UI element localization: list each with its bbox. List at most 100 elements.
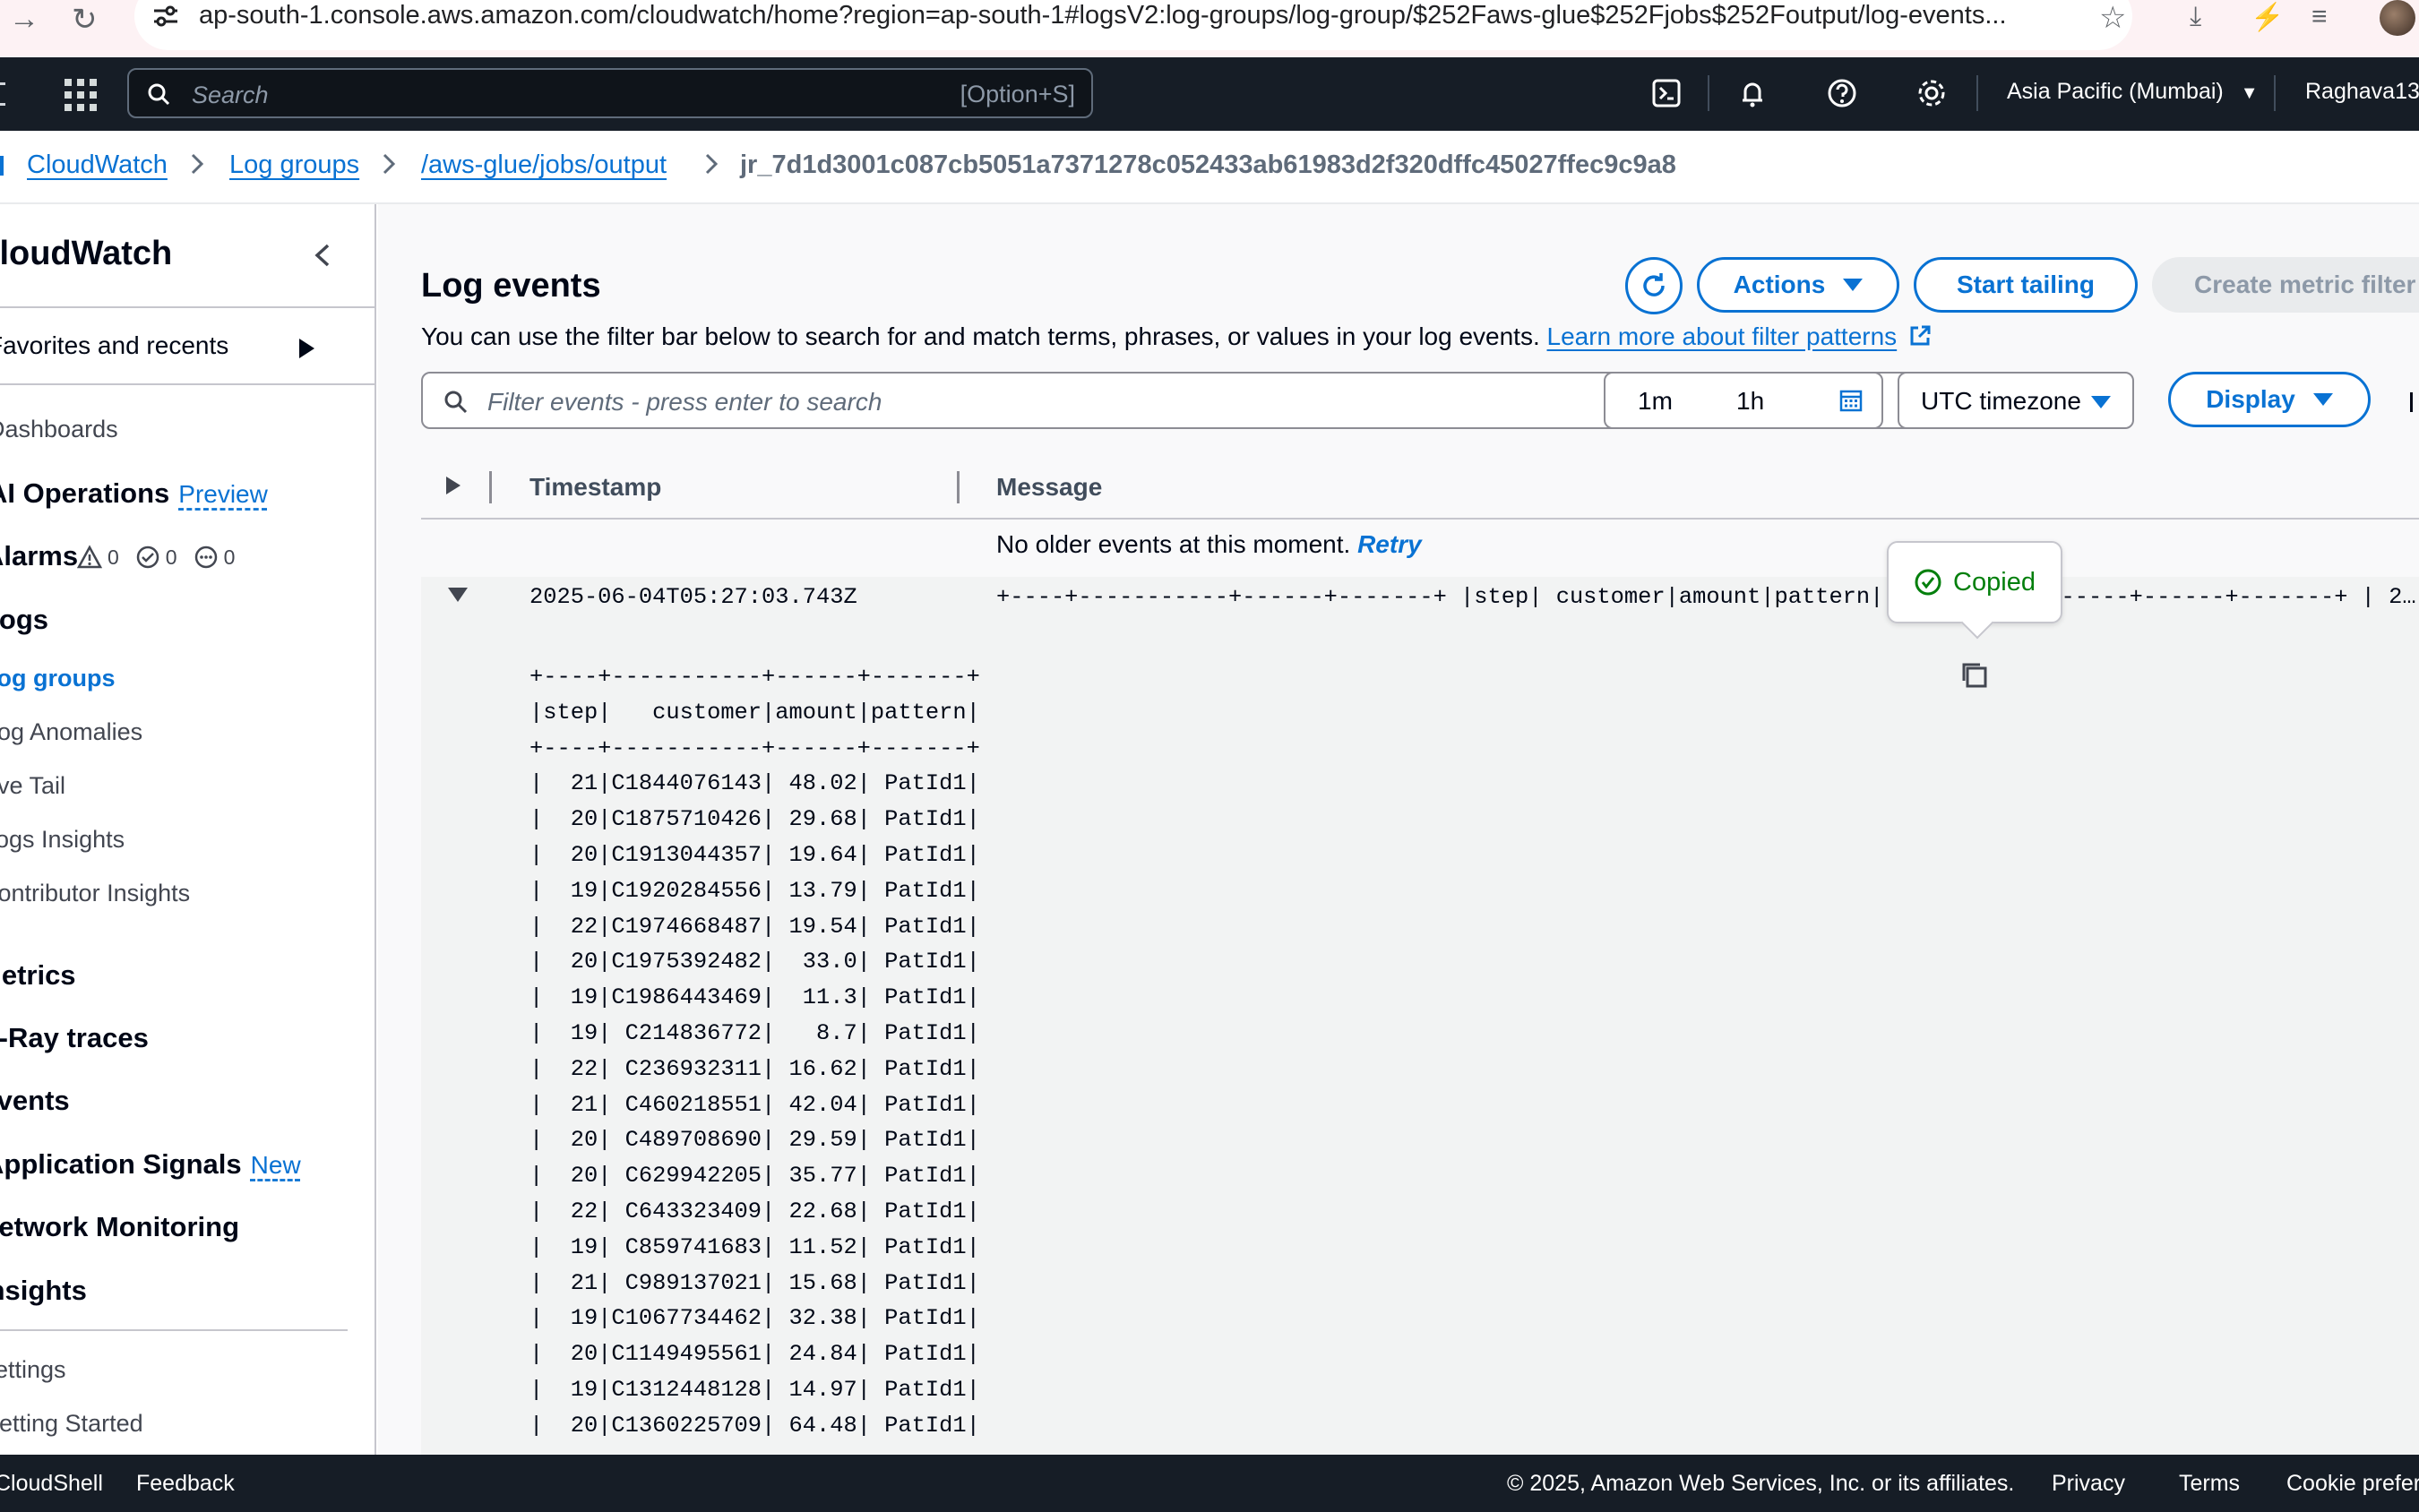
sidebar-item-alarms[interactable]: Alarms bbox=[0, 540, 78, 572]
sidebar-item-live-tail[interactable]: Live Tail bbox=[0, 772, 65, 800]
url-text[interactable]: ap-south-1.console.aws.amazon.com/cloudw… bbox=[199, 1, 2080, 30]
sidebar-item-xray[interactable]: X-Ray traces bbox=[0, 1022, 149, 1054]
region-selector[interactable]: Asia Pacific (Mumbai) ▼ bbox=[2007, 79, 2258, 105]
extension-icon[interactable]: ⚡ bbox=[2251, 2, 2284, 33]
calendar-icon[interactable] bbox=[1838, 388, 1864, 413]
timezone-select[interactable]: UTC timezone bbox=[1898, 372, 2134, 429]
log-line: | 20| C489708690| 29.59| PatId1| bbox=[529, 1127, 980, 1154]
column-timestamp[interactable]: Timestamp bbox=[529, 473, 661, 502]
page-description: You can use the filter bar below to sear… bbox=[421, 322, 1933, 351]
search-icon bbox=[444, 391, 468, 414]
alarm-insufficient-icon bbox=[194, 546, 217, 569]
refresh-button[interactable] bbox=[1625, 257, 1683, 314]
sidebar-item-ai-operations[interactable]: AI Operations Preview bbox=[0, 477, 268, 510]
log-line: | 22| C643323409| 22.68| PatId1| bbox=[529, 1198, 980, 1224]
media-icon[interactable]: ≡ bbox=[2311, 2, 2328, 32]
event-timestamp: 2025-06-04T05:27:03.743Z bbox=[529, 584, 857, 610]
sidebar-item-events[interactable]: Events bbox=[0, 1085, 70, 1117]
caret-down-icon bbox=[2091, 396, 2111, 408]
sidebar-item-label: AI Operations bbox=[0, 477, 170, 509]
column-message[interactable]: Message bbox=[996, 473, 1102, 502]
sidebar-item-insights[interactable]: Insights bbox=[0, 1275, 87, 1307]
sidebar-item-getting-started[interactable]: Getting Started bbox=[0, 1410, 143, 1438]
sidebar-item-network-monitoring[interactable]: Network Monitoring bbox=[0, 1211, 239, 1243]
cookie-preferences-link[interactable]: Cookie preferences bbox=[2286, 1471, 2419, 1497]
alarm-status-counts: 0 0 0 bbox=[77, 545, 235, 570]
log-line: +----+-----------+------+-------+ bbox=[529, 664, 980, 690]
breadcrumb-log-groups[interactable]: Log groups bbox=[229, 150, 359, 180]
sidebar-item-log-anomalies[interactable]: Log Anomalies bbox=[0, 718, 142, 746]
log-line: | 20|C1149495561| 24.84| PatId1| bbox=[529, 1341, 980, 1368]
alarm-count: 0 bbox=[165, 545, 177, 569]
log-line: | 19| C859741683| 11.52| PatId1| bbox=[529, 1233, 980, 1260]
gear-icon[interactable] bbox=[1914, 75, 1950, 111]
sidebar-item-logs-insights[interactable]: Logs Insights bbox=[0, 826, 125, 854]
log-line: | 19| C214836772| 8.7| PatId1| bbox=[529, 1019, 980, 1046]
copy-icon[interactable] bbox=[1958, 659, 1991, 692]
log-line: | 22|C1974668487| 19.54| PatId1| bbox=[529, 913, 980, 940]
user-menu[interactable]: Raghava13... bbox=[2305, 79, 2419, 105]
new-badge[interactable]: New bbox=[251, 1151, 301, 1179]
external-link-icon[interactable] bbox=[1907, 323, 1933, 348]
more-options[interactable] bbox=[2410, 392, 2419, 412]
timezone-label: UTC timezone bbox=[1921, 387, 2081, 415]
create-metric-filter-button[interactable]: Create metric filter bbox=[2152, 257, 2419, 313]
log-line: | 19|C1920284556| 13.79| PatId1| bbox=[529, 877, 980, 904]
range-1h[interactable]: 1h bbox=[1736, 387, 1764, 416]
site-info-icon[interactable] bbox=[152, 4, 179, 29]
sidebar-item-metrics[interactable]: Metrics bbox=[0, 959, 76, 992]
event-message: +----+-----------+------+-------+ |step|… bbox=[996, 584, 2419, 610]
breadcrumb-log-group[interactable]: /aws-glue/jobs/output bbox=[421, 150, 667, 180]
actions-button[interactable]: Actions bbox=[1697, 257, 1899, 313]
range-1m[interactable]: 1m bbox=[1638, 387, 1673, 416]
back-arrow-icon[interactable]: → bbox=[9, 2, 39, 37]
sidebar-item-contributor-insights[interactable]: Contributor Insights bbox=[0, 880, 190, 907]
collapse-row-icon[interactable] bbox=[448, 588, 468, 602]
sidebar-item-logs[interactable]: Logs bbox=[0, 604, 48, 636]
breadcrumb-current: jr_7d1d3001c087cb5051a7371278c052433ab61… bbox=[740, 150, 1676, 179]
terms-link[interactable]: Terms bbox=[2179, 1471, 2240, 1497]
sidebar-item-log-groups[interactable]: Log groups bbox=[0, 665, 115, 692]
apps-grid-icon[interactable] bbox=[65, 79, 97, 111]
privacy-link[interactable]: Privacy bbox=[2052, 1471, 2125, 1497]
log-line: | 19|C1986443469| 11.3| PatId1| bbox=[529, 984, 980, 1011]
sidebar: CloudWatch Favorites and recents Dashboa… bbox=[0, 204, 376, 1455]
caret-right-icon[interactable] bbox=[299, 339, 314, 358]
avatar[interactable] bbox=[2380, 0, 2415, 36]
copyright-text: © 2025, Amazon Web Services, Inc. or its… bbox=[1507, 1471, 2015, 1496]
sidebar-item-application-signals[interactable]: Application Signals New bbox=[0, 1148, 301, 1181]
log-line: | 20|C1360225709| 64.48| PatId1| bbox=[529, 1412, 980, 1439]
star-icon[interactable]: ☆ bbox=[2099, 0, 2126, 36]
cloudshell-link[interactable]: CloudShell bbox=[0, 1471, 103, 1497]
footer: CloudShell Feedback © 2025, Amazon Web S… bbox=[0, 1455, 2419, 1512]
feedback-link[interactable]: Feedback bbox=[136, 1471, 235, 1497]
expand-all-icon[interactable] bbox=[446, 477, 461, 494]
search-icon bbox=[148, 83, 170, 106]
log-line: | 21| C460218551| 42.04| PatId1| bbox=[529, 1091, 980, 1118]
reload-icon[interactable]: ↻ bbox=[72, 2, 98, 38]
chevron-right-icon bbox=[705, 153, 719, 175]
sidebar-item-settings[interactable]: Settings bbox=[0, 1356, 66, 1384]
start-tailing-button[interactable]: Start tailing bbox=[1914, 257, 2138, 313]
time-range-selector[interactable]: 1m 1h bbox=[1604, 372, 1883, 429]
retry-link[interactable]: Retry bbox=[1357, 530, 1422, 558]
display-button[interactable]: Display bbox=[2168, 372, 2371, 427]
no-older-events: No older events at this moment. Retry bbox=[996, 530, 1422, 558]
log-line: | 20|C1975392482| 33.0| PatId1| bbox=[529, 949, 980, 975]
search-input[interactable]: Search [Option+S] bbox=[127, 68, 1093, 118]
download-icon[interactable]: ⤓ bbox=[2190, 2, 2201, 32]
region-label: Asia Pacific (Mumbai) bbox=[2007, 79, 2224, 104]
bell-icon[interactable] bbox=[1735, 75, 1770, 111]
sidebar-item-dashboards[interactable]: Dashboards bbox=[0, 416, 118, 443]
menu-icon[interactable] bbox=[0, 82, 5, 106]
cloudshell-icon[interactable] bbox=[1649, 75, 1684, 111]
preview-badge[interactable]: Preview bbox=[178, 480, 268, 508]
sidebar-favorites[interactable]: Favorites and recents bbox=[0, 331, 228, 360]
breadcrumb-cloudwatch[interactable]: CloudWatch bbox=[27, 150, 168, 180]
expanded-message: +----+-----------+------+-------+ |step| … bbox=[529, 659, 980, 1444]
learn-more-link[interactable]: Learn more about filter patterns bbox=[1547, 322, 1898, 350]
log-line: | 20|C1875710426| 29.68| PatId1| bbox=[529, 806, 980, 833]
help-icon[interactable] bbox=[1824, 75, 1860, 111]
alarm-count: 0 bbox=[108, 545, 119, 569]
chevron-left-icon[interactable] bbox=[310, 242, 335, 269]
